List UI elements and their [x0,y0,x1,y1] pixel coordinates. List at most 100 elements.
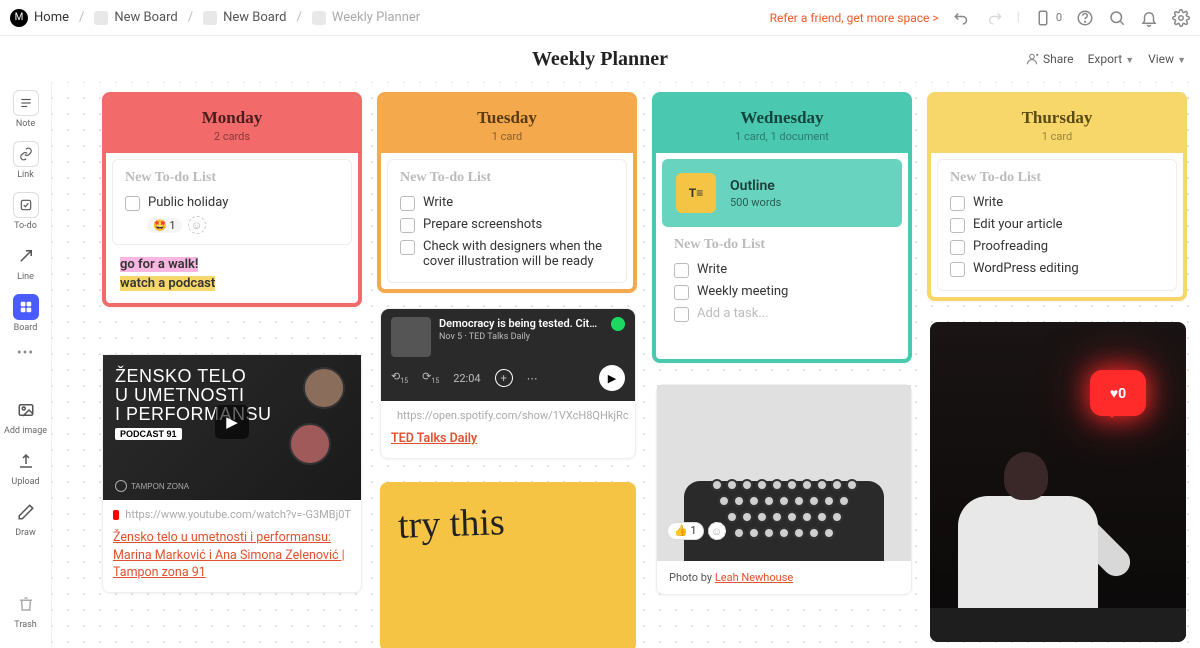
playback-time: 22:04 [453,372,480,385]
sidebar-note[interactable]: Note [13,90,39,129]
reaction-pill[interactable]: 🤩 1 [147,218,182,233]
sidebar: Note Link To-do Line Board ••• Add image… [0,82,52,648]
task-row[interactable]: Weekly meeting [674,281,890,303]
sidebar-line[interactable]: Line [13,243,39,282]
mobile-icon[interactable] [1034,9,1052,27]
canvas[interactable]: 0 Unsorted Monday2 cards New To-do List … [52,82,1200,648]
link-title[interactable]: Žensko telo u umetnosti i performansu: M… [103,529,361,592]
reaction-row: 👍 1☺ [667,522,726,540]
avatar [303,367,345,409]
task-row[interactable]: Edit your article [950,214,1164,236]
breadcrumb-item-2[interactable]: New Board [203,10,286,25]
neon-like-icon: ♥0 [1090,370,1146,416]
add-task-input[interactable]: Add a task... [674,303,890,325]
breadcrumb-item-1[interactable]: New Board [94,10,177,25]
reaction-row: 🤩 1 ☺ [147,216,206,234]
dots-icon: ••• [17,345,34,361]
sidebar-more[interactable]: ••• [17,345,34,361]
trash-icon [13,591,39,617]
wednesday-card[interactable]: Wednesday1 card, 1 document T≡ Outline50… [652,92,912,363]
sidebar-draw[interactable]: Draw [13,499,39,538]
share-button[interactable]: Share [1025,52,1074,66]
neon-heart-photo-card[interactable]: ♥0 [930,322,1186,642]
checkbox-icon[interactable] [125,196,140,211]
thursday-card[interactable]: Thursday1 card New To-do List Write Edit… [927,92,1187,301]
youtube-thumbnail: ŽENSKO TELOU UMETNOSTII PERFORMANSU PODC… [103,355,361,500]
spotify-player: Democracy is being tested. CitizenNov 5 … [381,309,635,401]
url-row: https://www.youtube.com/watch?v=-G3MBj0T [103,500,361,529]
sidebar-add-image[interactable]: Add image [4,397,47,436]
outline-document[interactable]: T≡ Outline500 words [662,159,902,227]
redo-icon[interactable] [985,9,1003,27]
search-icon[interactable] [1108,9,1126,27]
link-title[interactable]: TED Talks Daily [381,430,635,458]
undo-icon[interactable] [953,9,971,27]
youtube-icon [113,510,119,520]
add-reaction-icon[interactable]: ☺ [188,216,206,234]
task-row[interactable]: Write [400,192,614,214]
sticky-note[interactable]: try this [380,482,636,648]
image-icon [13,397,39,423]
task-row[interactable]: Write [674,259,890,281]
task-row[interactable]: Public holiday [125,192,339,214]
sidebar-todo[interactable]: To-do [13,192,39,231]
url-row: https://open.spotify.com/show/1VXcH8QHkj… [381,401,635,430]
podcast-cover [391,317,431,357]
monday-notes[interactable]: go for a walk! watch a podcast [112,251,352,297]
app-logo-icon: M [10,9,28,27]
day-title: Monday [106,108,358,128]
topbar: M Home / New Board / New Board / Weekly … [0,0,1200,36]
forward-icon[interactable]: ⟳15 [422,370,439,385]
youtube-link-card[interactable]: ŽENSKO TELOU UMETNOSTII PERFORMANSU PODC… [102,354,362,593]
sidebar-link[interactable]: Link [13,141,39,180]
spotify-icon [611,317,625,331]
wednesday-todo[interactable]: New To-do List Write Weekly meeting Add … [662,233,902,335]
view-button[interactable]: View▼ [1148,52,1186,66]
bell-icon[interactable] [1140,9,1158,27]
task-row[interactable]: WordPress editing [950,258,1164,280]
checkbox-icon [13,192,39,218]
credit-link[interactable]: Leah Newhouse [715,571,793,584]
task-row[interactable]: Write [950,192,1164,214]
sidebar-trash[interactable]: Trash [13,591,39,630]
breadcrumb-home[interactable]: M Home [10,9,69,27]
link-icon [13,141,39,167]
monday-todo[interactable]: New To-do List Public holiday 🤩 1☺ [112,159,352,245]
help-icon[interactable] [1076,9,1094,27]
sidebar-upload[interactable]: Upload [11,448,39,487]
add-icon[interactable]: + [495,369,513,387]
reaction-pill[interactable]: 👍 1 [667,522,704,540]
task-row[interactable]: Prepare screenshots [400,214,614,236]
arrow-icon [13,243,39,269]
task-row[interactable]: Proofreading [950,236,1164,258]
page-title: Weekly Planner [532,48,668,71]
channel-stamp: TAMPON ZONA [115,480,189,492]
rewind-icon[interactable]: ⟲15 [391,370,408,385]
refer-link[interactable]: Refer a friend, get more space > [770,11,939,25]
settings-icon[interactable] [1172,9,1190,27]
note-icon [13,90,39,116]
mobile-count: 0 [1056,11,1062,24]
sidebar-board[interactable]: Board [13,294,39,333]
add-reaction-icon[interactable]: ☺ [708,522,726,540]
photo-credit: Photo by Leah Newhouse [657,561,911,594]
title-row: Weekly Planner Share Export▼ View▼ [0,36,1200,82]
tuesday-todo[interactable]: New To-do List Write Prepare screenshots… [387,159,627,283]
play-icon[interactable]: ▶ [599,365,625,391]
tuesday-card[interactable]: Tuesday1 card New To-do List Write Prepa… [377,92,637,293]
document-icon: T≡ [676,173,716,213]
highlight-pink: go for a walk! [120,257,198,272]
typewriter-photo-card[interactable]: 👍 1☺ Photo by Leah Newhouse [656,384,912,595]
more-icon[interactable]: ⋯ [527,372,538,385]
task-row[interactable]: Check with designers when the cover illu… [400,236,614,272]
avatar [289,423,331,465]
export-button[interactable]: Export▼ [1088,52,1135,66]
handwriting-text: try this [398,502,619,542]
thursday-todo[interactable]: New To-do List Write Edit your article P… [937,159,1177,291]
play-icon[interactable]: ▶ [215,405,249,439]
spotify-link-card[interactable]: Democracy is being tested. CitizenNov 5 … [380,308,636,459]
breadcrumb-current[interactable]: Weekly Planner [312,10,420,25]
monday-card[interactable]: Monday2 cards New To-do List Public holi… [102,92,362,307]
home-label: Home [34,10,69,25]
pencil-icon [13,499,39,525]
